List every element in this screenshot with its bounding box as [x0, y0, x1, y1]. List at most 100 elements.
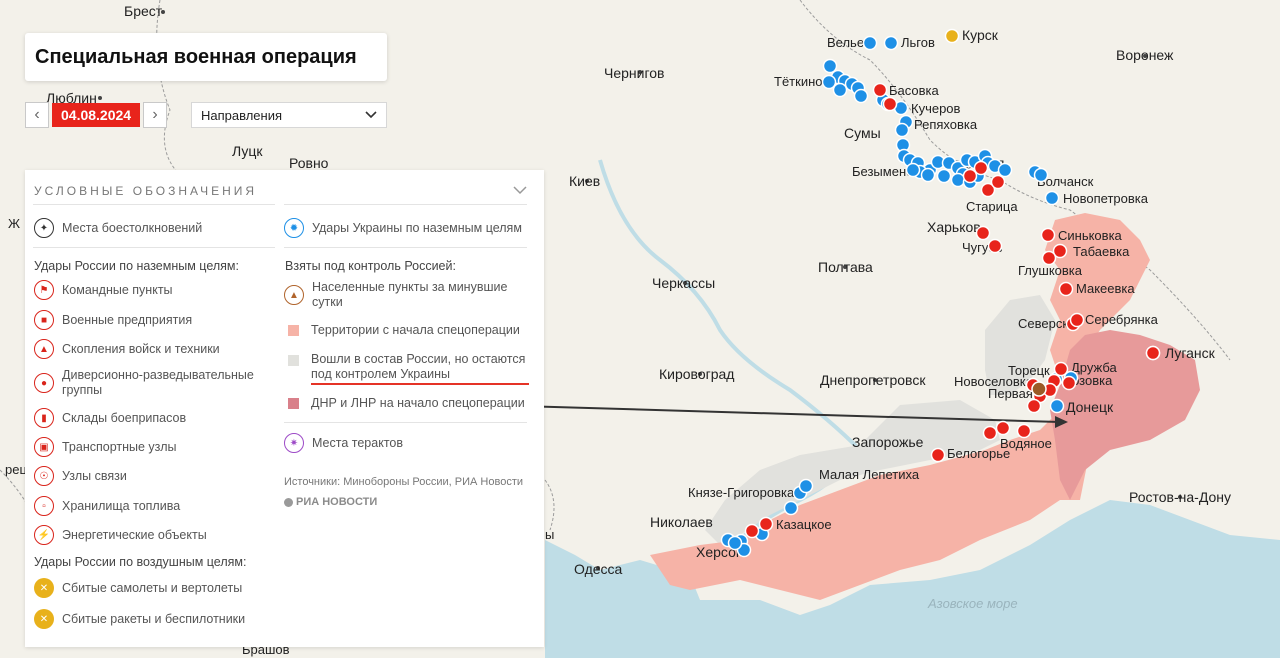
direction-select[interactable]: Направления [191, 102, 387, 128]
train-icon: ▣ [34, 437, 54, 457]
legend-item-joined-under-ukraine: Вошли в состав России, но остаются под к… [284, 352, 529, 385]
legend-label: Места терактов [312, 435, 403, 450]
legend-label: ДНР и ЛНР на начало спецоперации [311, 396, 525, 410]
russia-strike-marker[interactable] [1016, 423, 1032, 439]
legend-item-settlements-day: ▲ Населенные пункты за минувшие сутки [284, 280, 514, 310]
date-control: ‹ 04.08.2024 › [25, 102, 168, 128]
label-tyotkino: Тёткино [774, 74, 822, 89]
label-chernigov: Чернигов [604, 65, 664, 81]
ukraine-strike-marker[interactable] [883, 35, 899, 51]
label-donetsk: Донецк [1066, 399, 1114, 415]
ukraine-strike-marker[interactable] [1049, 398, 1065, 414]
ukraine-strike-marker[interactable] [1044, 190, 1060, 206]
prev-date-button[interactable]: ‹ [25, 102, 49, 128]
legend-item-ukraine-strikes: ✹ Удары Украины по наземным целям [284, 218, 522, 238]
legend-item-territories: Территории с начала спецоперации [284, 323, 520, 338]
legend-label: Сбитые ракеты и беспилотники [62, 611, 246, 626]
ukraine-strike-marker[interactable] [783, 500, 799, 516]
russia-strike-marker[interactable] [930, 447, 946, 463]
label-partial-y: ы [545, 527, 554, 542]
settlement-captured-marker[interactable] [1031, 381, 1047, 397]
label-repyakhovka: Репяховка [914, 117, 978, 132]
label-partial-zh: Ж [8, 216, 20, 231]
label-makeevka: Макеевка [1076, 281, 1135, 296]
russia-strike-marker[interactable] [1041, 250, 1057, 266]
label-rovno: Ровно [289, 155, 329, 171]
ria-logo-text: РИА НОВОСТИ [296, 496, 378, 508]
truck-icon: ▲ [34, 339, 54, 359]
blast-icon: ✷ [284, 433, 304, 453]
russia-strike-marker[interactable] [995, 420, 1011, 436]
next-date-button[interactable]: › [143, 102, 168, 128]
ukraine-strike-marker[interactable] [905, 162, 921, 178]
legend-divider [284, 247, 527, 248]
ukraine-strike-marker[interactable] [894, 122, 910, 138]
russia-strike-marker[interactable] [1069, 312, 1085, 328]
ukraine-strike-marker[interactable] [798, 478, 814, 494]
russia-strike-marker[interactable] [1053, 361, 1069, 377]
sources-note: Источники: Минобороны России, РИА Новост… [284, 476, 523, 488]
legend-item-dnr-lnr: ДНР и ЛНР на начало спецоперации [284, 396, 525, 411]
ukraine-strike-marker[interactable] [950, 172, 966, 188]
ammunition-icon: ▮ [34, 408, 54, 428]
legend-item-sabotage: ● Диверсионно-разведывательные группы [34, 368, 254, 398]
legend-label: Вошли в состав России, но остаются под к… [311, 352, 529, 385]
legend-label: Места боестолкновений [62, 220, 203, 235]
legend-label: Скопления войск и техники [62, 341, 220, 356]
russia-strike-marker[interactable] [1026, 398, 1042, 414]
russia-strike-marker[interactable] [962, 168, 978, 184]
russia-strike-marker[interactable] [975, 225, 991, 241]
ukraine-strike-marker[interactable] [832, 82, 848, 98]
label-odessa: Одесса [574, 561, 623, 577]
russia-strike-marker[interactable] [758, 516, 774, 532]
russia-strike-marker[interactable] [990, 174, 1006, 190]
russia-strike-marker[interactable] [882, 96, 898, 112]
current-date[interactable]: 04.08.2024 [52, 103, 141, 127]
legend-divider [33, 247, 275, 248]
legend-label: Хранилища топлива [62, 498, 181, 513]
legend-label: Склады боеприпасов [62, 410, 187, 425]
russia-strike-marker[interactable] [1145, 345, 1161, 361]
legend-label: Территории с начала спецоперации [311, 323, 520, 337]
legend-item-clashes: ✦ Места боестолкновений [34, 218, 202, 238]
label-velie: Велье [827, 35, 864, 50]
russia-strike-marker[interactable] [1040, 227, 1056, 243]
crossed-plane-icon: ✕ [34, 578, 54, 598]
ukraine-strike-marker[interactable] [936, 168, 952, 184]
russia-strike-marker[interactable] [1061, 375, 1077, 391]
label-belogorye: Белогорье [947, 446, 1010, 461]
ukraine-strike-marker[interactable] [727, 535, 743, 551]
title-box: Специальная военная операция [25, 33, 387, 81]
fuel-tank-icon: ▫ [34, 496, 54, 516]
swatch-joined-under-ukraine [288, 355, 299, 366]
label-kazatskoe: Казацкое [776, 517, 832, 532]
russia-strike-marker[interactable] [1058, 281, 1074, 297]
russia-strike-marker[interactable] [744, 523, 760, 539]
label-knyaze-grigorovka: Князе-Григоровка [688, 485, 795, 500]
russia-strike-marker[interactable] [973, 160, 989, 176]
russia-strike-marker[interactable] [982, 425, 998, 441]
legend-collapse-button[interactable] [513, 182, 527, 198]
air-target-marker[interactable] [944, 28, 960, 44]
label-basovka: Басовка [889, 83, 940, 98]
ukraine-strike-marker[interactable] [920, 167, 936, 183]
page-title: Специальная военная операция [35, 45, 357, 68]
ukraine-strike-marker[interactable] [822, 58, 838, 74]
ukraine-strike-marker[interactable] [997, 162, 1013, 178]
label-bezymeno: Безымено [852, 164, 913, 179]
label-nikolaev: Николаев [650, 514, 713, 530]
ukraine-strike-marker[interactable] [1033, 167, 1049, 183]
direction-select-value: Направления [201, 107, 283, 123]
russia-strike-marker[interactable] [987, 238, 1003, 254]
chevron-down-icon [513, 186, 527, 195]
ukraine-strike-marker[interactable] [853, 88, 869, 104]
swatch-territory-since-start [288, 325, 299, 336]
russia-strike-marker[interactable] [872, 82, 888, 98]
factory-icon: ■ [34, 310, 54, 330]
antenna-icon: ☉ [34, 466, 54, 486]
label-tabaevka: Табаевка [1073, 244, 1130, 259]
ukraine-strike-marker[interactable] [862, 35, 878, 51]
legend-divider [284, 422, 527, 423]
label-cherkassy: Черкассы [652, 275, 715, 291]
ukraine-strike-marker[interactable] [821, 74, 837, 90]
